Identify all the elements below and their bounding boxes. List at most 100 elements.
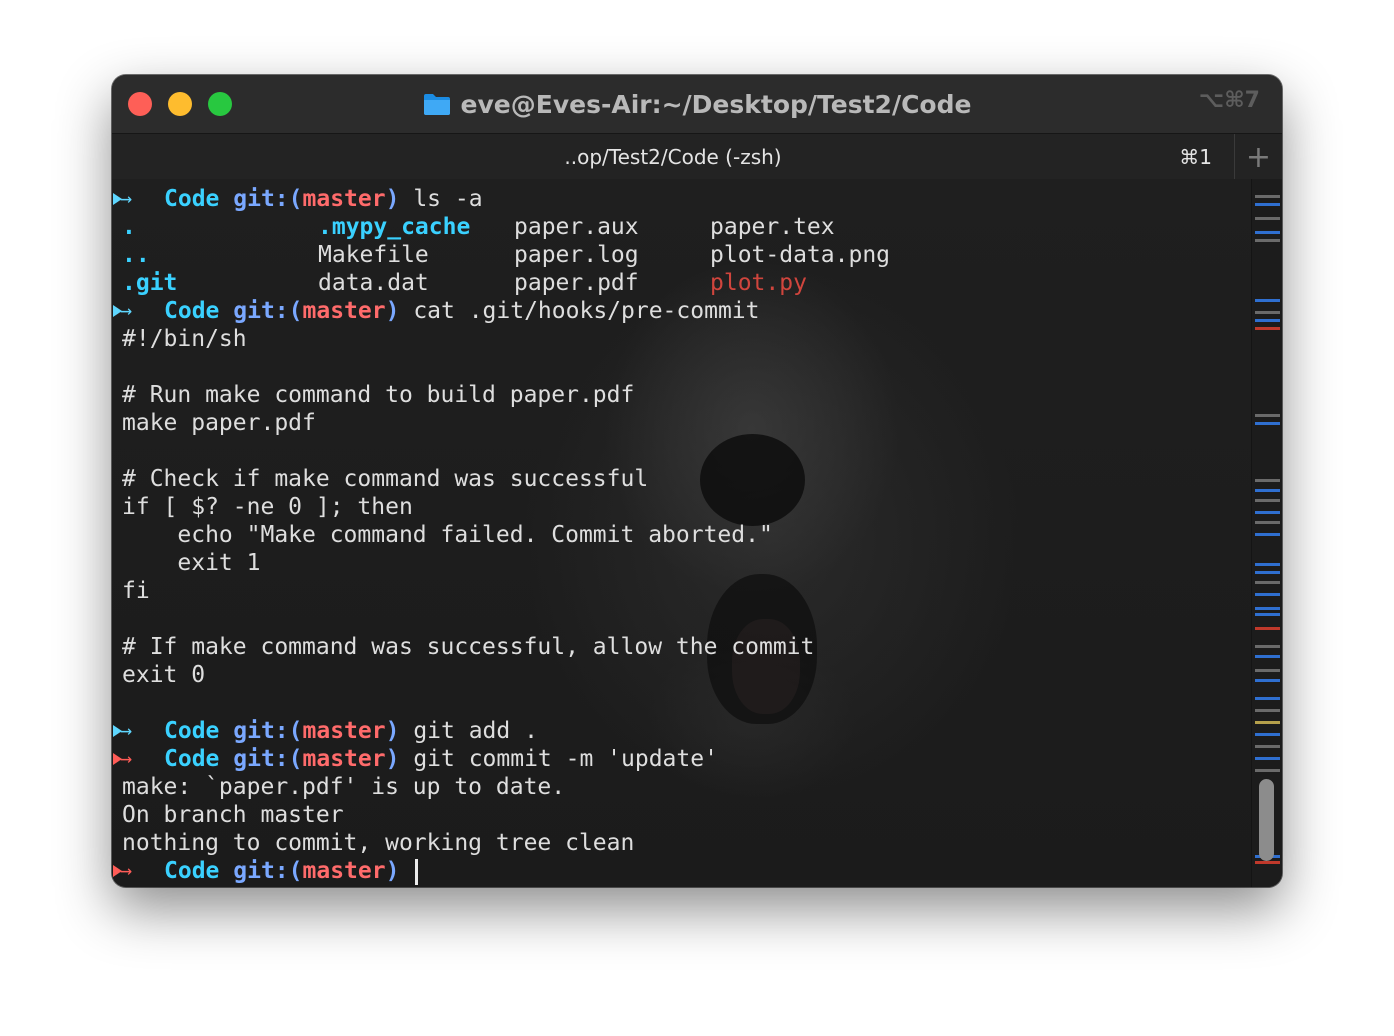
terminal-content[interactable]: Code git:(master) ls -a . .mypy_cache pa… <box>112 179 1252 887</box>
command-text: git commit -m 'update' <box>413 746 718 772</box>
scroll-mark <box>1255 607 1280 610</box>
scroll-mark <box>1255 861 1280 864</box>
prompt-git-close: ) <box>385 186 400 212</box>
scroll-mark <box>1255 709 1280 712</box>
window-title: eve@Eves-Air:~/Desktop/Test2/Code <box>460 89 972 119</box>
ls-entry: paper.pdf <box>514 270 639 296</box>
prompt-branch: master <box>302 298 386 324</box>
scroll-mark <box>1255 679 1280 682</box>
prompt-arrow-icon <box>112 744 164 773</box>
scroll-mark <box>1255 299 1280 302</box>
scroll-mark <box>1255 721 1280 724</box>
prompt-dir: Code <box>164 718 220 744</box>
prompt-git: git:( <box>233 858 303 884</box>
ls-row: .. Makefile paper.log plot-data.png <box>112 241 890 269</box>
prompt-branch: master <box>302 186 386 212</box>
output-line: # Check if make command was successful <box>122 466 649 492</box>
terminal-window: eve@Eves-Air:~/Desktop/Test2/Code ⌥⌘7 ..… <box>112 75 1282 887</box>
output-line: make paper.pdf <box>122 410 316 436</box>
prompt-line-active[interactable]: Code git:(master) <box>112 856 814 885</box>
scroll-mark <box>1255 745 1280 748</box>
tab-zsh[interactable]: ..op/Test2/Code (-zsh) <box>112 134 1234 180</box>
prompt-arrow-icon <box>112 716 164 745</box>
scrollbar[interactable] <box>1251 179 1282 887</box>
prompt-line: Code git:(master) git add . <box>112 716 814 745</box>
scroll-mark <box>1255 511 1280 514</box>
text-cursor <box>415 858 419 885</box>
output-line: fi <box>122 578 150 604</box>
scroll-mark <box>1255 533 1280 536</box>
scroll-mark <box>1255 195 1280 198</box>
scroll-mark <box>1255 319 1280 322</box>
output-line: exit 0 <box>122 662 206 688</box>
scroll-mark <box>1255 479 1280 482</box>
scroll-mark <box>1255 769 1280 772</box>
output-line: exit 1 <box>122 550 261 576</box>
ls-entry: Makefile <box>318 242 429 268</box>
scroll-mark <box>1255 327 1280 330</box>
ls-entry: paper.tex <box>710 214 835 240</box>
ls-entry: paper.aux <box>514 214 639 240</box>
prompt-git: git:( <box>233 718 303 744</box>
scroll-mark <box>1255 203 1280 206</box>
ls-row: .git data.dat paper.pdf plot.py <box>112 269 814 297</box>
prompt-line: Code git:(master) ls -a <box>112 184 814 213</box>
tab-label: ..op/Test2/Code (-zsh) <box>564 145 782 169</box>
output-line: # Run make command to build paper.pdf <box>122 382 635 408</box>
ls-row: . .mypy_cache paper.aux paper.tex <box>112 213 835 241</box>
scroll-mark <box>1255 422 1280 425</box>
prompt-git-close: ) <box>385 298 400 324</box>
scroll-mark <box>1255 217 1280 220</box>
prompt-git-close: ) <box>385 718 400 744</box>
output-line: On branch master <box>122 802 344 828</box>
ls-entry: plot-data.png <box>710 242 891 268</box>
scroll-mark <box>1255 655 1280 658</box>
window-title-group: eve@Eves-Air:~/Desktop/Test2/Code <box>112 88 1282 120</box>
output-line: # If make command was successful, allow … <box>122 634 815 660</box>
prompt-line: Code git:(master) git commit -m 'update' <box>112 744 814 773</box>
output-line: #!/bin/sh <box>122 326 247 352</box>
scroll-mark <box>1255 593 1280 596</box>
prompt-git: git:( <box>233 746 303 772</box>
ls-entry: data.dat <box>318 270 429 296</box>
ls-entry: paper.log <box>514 242 639 268</box>
prompt-git: git:( <box>233 298 303 324</box>
ls-entry: . <box>122 214 136 240</box>
prompt-branch: master <box>302 718 386 744</box>
output-line: if [ $? -ne 0 ]; then <box>122 494 413 520</box>
command-text: ls -a <box>413 186 483 212</box>
scroll-mark <box>1255 414 1280 417</box>
prompt-dir: Code <box>164 186 220 212</box>
output-line: make: `paper.pdf' is up to date. <box>122 774 566 800</box>
output-line: echo "Make command failed. Commit aborte… <box>122 522 773 548</box>
scroll-mark <box>1255 669 1280 672</box>
scroll-mark <box>1255 311 1280 314</box>
prompt-git-close: ) <box>385 746 400 772</box>
title-bar[interactable]: eve@Eves-Air:~/Desktop/Test2/Code ⌥⌘7 <box>112 75 1282 133</box>
prompt-dir: Code <box>164 298 220 324</box>
prompt-git: git:( <box>233 186 303 212</box>
plus-icon: + <box>1245 139 1272 175</box>
new-tab-button[interactable]: + <box>1234 134 1282 180</box>
scroll-mark <box>1255 521 1280 524</box>
scroll-mark <box>1255 613 1280 616</box>
prompt-branch: master <box>302 858 386 884</box>
scroll-mark <box>1255 733 1280 736</box>
scroll-mark <box>1255 645 1280 648</box>
ls-entry: .git <box>122 270 178 296</box>
prompt-arrow-icon <box>112 856 164 885</box>
scroll-mark <box>1255 499 1280 502</box>
prompt-git-close: ) <box>385 858 400 884</box>
scroll-mark <box>1255 627 1280 630</box>
ls-entry: .mypy_cache <box>318 214 471 240</box>
scroll-mark <box>1255 563 1280 566</box>
folder-icon <box>423 94 450 115</box>
prompt-dir: Code <box>164 858 220 884</box>
scroll-mark <box>1255 581 1280 584</box>
scroll-mark <box>1255 571 1280 574</box>
output-line: nothing to commit, working tree clean <box>122 830 635 856</box>
scrollbar-thumb[interactable] <box>1259 779 1274 861</box>
